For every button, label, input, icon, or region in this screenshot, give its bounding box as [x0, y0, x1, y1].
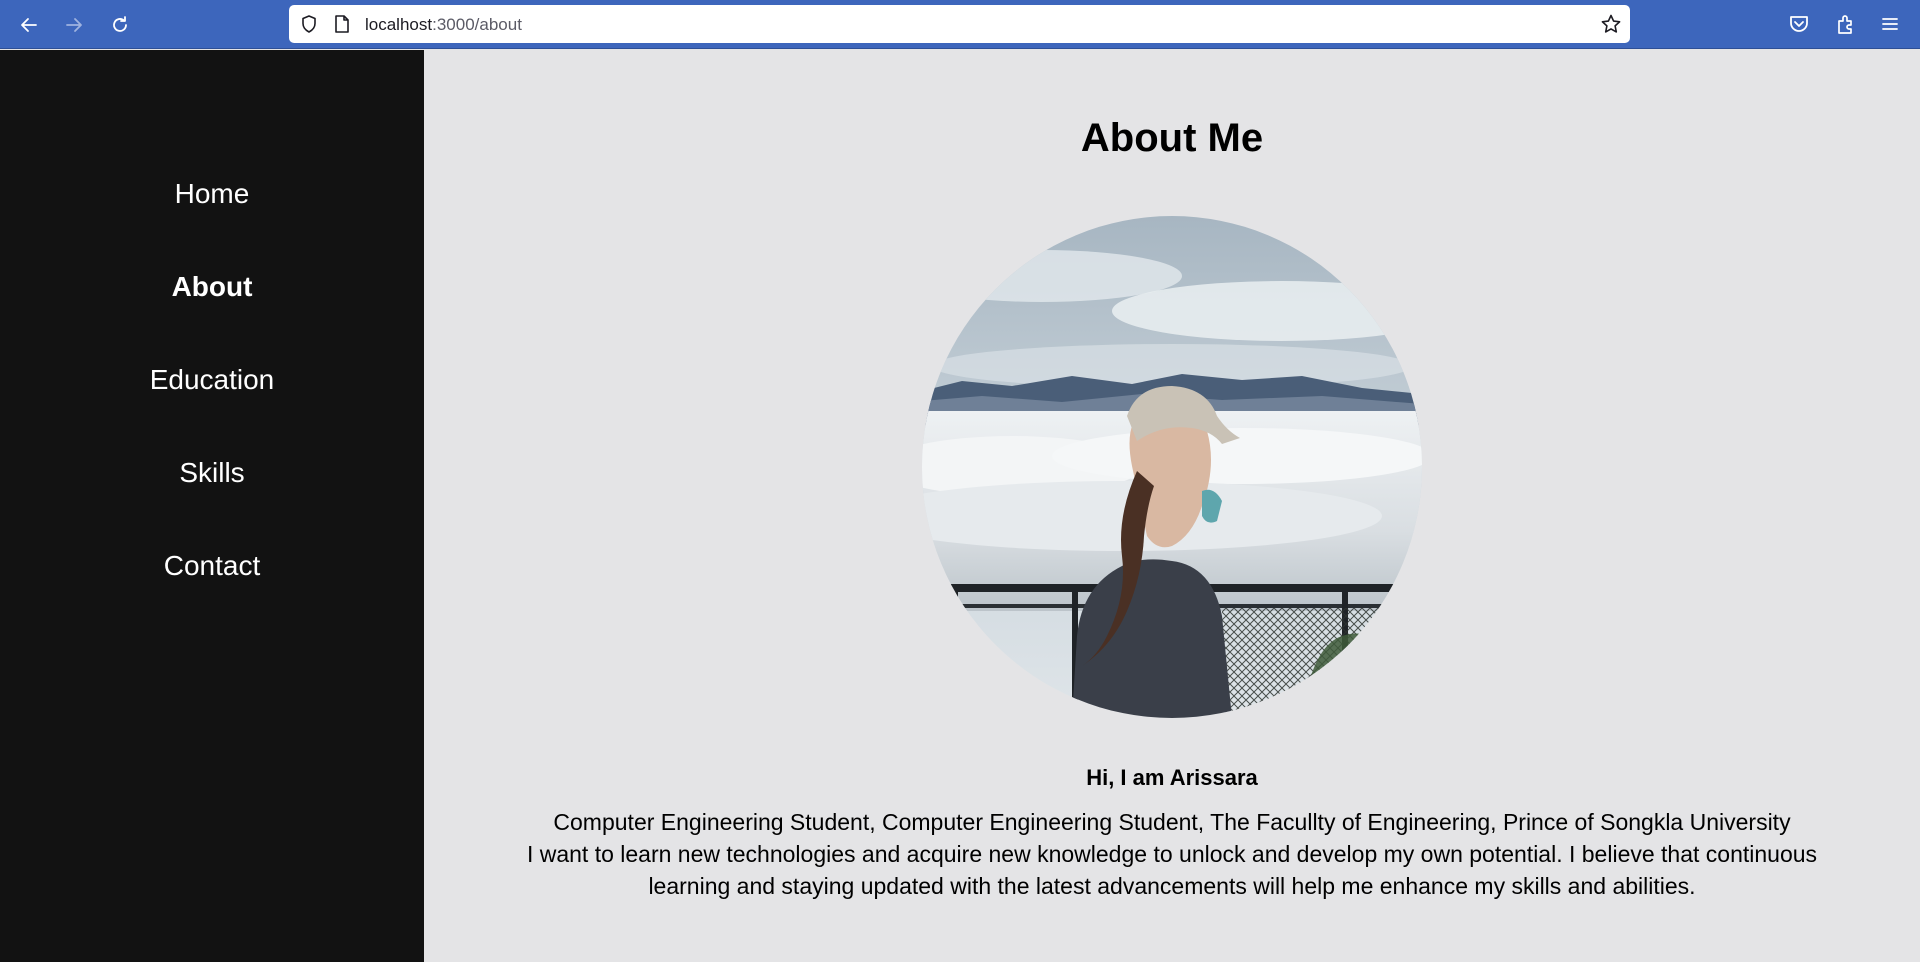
greeting-heading: Hi, I am Arissara — [1086, 765, 1258, 790]
sidebar-item-about[interactable]: About — [0, 271, 424, 364]
sidebar-item-contact[interactable]: Contact — [0, 550, 424, 643]
extensions-button[interactable] — [1834, 12, 1858, 36]
about-content: About Me Hi, I am Arissara Computer Engi… — [424, 50, 1920, 962]
sidebar-item-skills[interactable]: Skills — [0, 457, 424, 550]
pocket-icon — [1790, 16, 1808, 32]
hamburger-menu-icon — [1882, 18, 1898, 30]
profile-photo-illustration — [922, 216, 1422, 718]
sidebar-item-label[interactable]: About — [172, 271, 253, 303]
browser-toolbar: localhost:3000/about — [0, 0, 1920, 49]
star-icon[interactable] — [1600, 13, 1622, 35]
reload-button[interactable] — [104, 9, 136, 41]
page-icon[interactable] — [333, 14, 351, 34]
sidebar-nav: Home About Education Skills Contact — [0, 50, 424, 962]
extensions-icon — [1838, 15, 1852, 34]
back-arrow-icon — [21, 18, 37, 32]
back-button[interactable] — [13, 9, 45, 41]
bio-line-1: Computer Engineering Student, Computer E… — [553, 809, 1791, 835]
sidebar-item-label[interactable]: Education — [150, 364, 275, 396]
page-title: About Me — [1080, 116, 1264, 160]
bio-line-2: I want to learn new technologies and acq… — [526, 841, 1818, 899]
sidebar-item-label[interactable]: Skills — [179, 457, 244, 489]
url-host: localhost — [365, 15, 433, 34]
sidebar-item-label[interactable]: Home — [175, 178, 250, 210]
bio-text: Computer Engineering Student, Computer E… — [484, 806, 1860, 902]
url-text[interactable]: localhost:3000/about — [365, 15, 522, 35]
sidebar-item-home[interactable]: Home — [0, 178, 424, 271]
shield-icon[interactable] — [299, 14, 319, 34]
reload-icon — [113, 16, 127, 32]
profile-photo — [922, 216, 1422, 718]
app-menu-button[interactable] — [1878, 12, 1902, 36]
sidebar-item-label[interactable]: Contact — [164, 550, 261, 582]
pocket-button[interactable] — [1787, 12, 1811, 36]
url-path: :3000/about — [432, 15, 522, 34]
forward-arrow-icon — [66, 18, 82, 32]
address-bar[interactable]: localhost:3000/about — [289, 5, 1630, 43]
forward-button[interactable] — [58, 9, 90, 41]
sidebar-item-education[interactable]: Education — [0, 364, 424, 457]
nav-list: Home About Education Skills Contact — [0, 178, 424, 643]
